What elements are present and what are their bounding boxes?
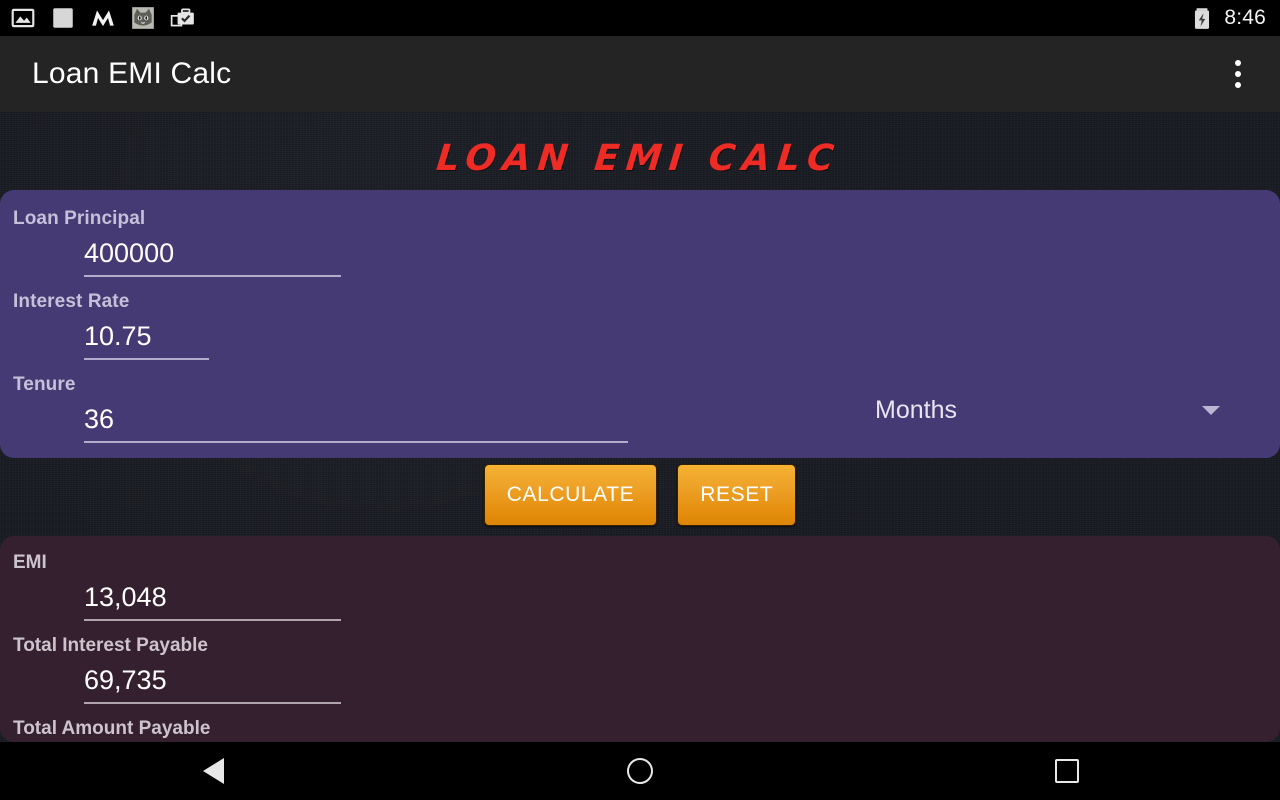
field-row-interest-rate: Interest Rate 10.75	[0, 291, 1280, 360]
android-navigation-bar	[0, 742, 1280, 800]
emi-value-wrap: 13,048	[0, 580, 1280, 621]
field-row-loan-principal: Loan Principal 400000	[0, 208, 1280, 277]
tenure-unit-selected-value: Months	[875, 395, 957, 424]
status-notification-icons	[10, 5, 196, 31]
result-row-total-interest: Total Interest Payable 69,735	[0, 635, 1280, 704]
loan-result-card: EMI 13,048 Total Interest Payable 69,735…	[0, 536, 1280, 742]
back-triangle-icon	[202, 758, 224, 784]
field-row-tenure: Tenure 36 Months	[0, 374, 1280, 443]
battery-charging-icon	[1195, 8, 1210, 29]
total-interest-value-wrap: 69,735	[0, 663, 1280, 704]
interest-rate-input-wrap: 10.75	[0, 319, 1280, 360]
chevron-down-icon	[1202, 405, 1220, 415]
interest-rate-input[interactable]: 10.75	[84, 319, 209, 360]
status-bar-right: 8:46	[1189, 5, 1266, 31]
tenure-input[interactable]: 36	[84, 402, 628, 443]
reset-button[interactable]: RESET	[677, 464, 797, 526]
home-circle-icon	[626, 758, 653, 784]
emi-value[interactable]: 13,048	[84, 580, 341, 621]
cat-avatar-icon	[132, 7, 154, 29]
app-bar: Loan EMI Calc	[0, 36, 1280, 112]
loan-principal-input[interactable]: 400000	[84, 236, 341, 277]
overflow-dot	[1235, 82, 1241, 88]
photo-icon	[11, 8, 35, 28]
loan-principal-label: Loan Principal	[13, 208, 146, 229]
emi-label: EMI	[13, 552, 47, 573]
page-title: LOAN EMI CALC	[434, 138, 843, 179]
action-button-row: CALCULATE RESET	[0, 464, 1280, 526]
interest-rate-label: Interest Rate	[13, 291, 130, 312]
nav-home-button[interactable]	[427, 758, 854, 784]
briefcase-check-icon	[170, 8, 194, 27]
nav-back-button[interactable]	[0, 758, 427, 784]
blank-square-icon	[53, 8, 73, 28]
total-interest-payable-value[interactable]: 69,735	[84, 663, 341, 704]
app-title: Loan EMI Calc	[32, 57, 232, 90]
status-bar-clock: 8:46	[1224, 6, 1266, 29]
loan-input-card: Loan Principal 400000 Interest Rate 10.7…	[0, 190, 1280, 458]
device-screen: 8:46 Loan EMI Calc LOAN EMI CALC Loan Pr…	[0, 0, 1280, 800]
m-logo-icon	[92, 10, 114, 27]
recents-square-icon	[1054, 759, 1079, 783]
app-content: LOAN EMI CALC Loan Principal 400000 Inte…	[0, 112, 1280, 742]
loan-principal-input-wrap: 400000	[0, 236, 1280, 277]
total-amount-payable-label: Total Amount Payable	[13, 718, 211, 739]
more-vertical-icon[interactable]	[1216, 50, 1260, 98]
status-bar: 8:46	[0, 0, 1280, 36]
tenure-unit-spinner[interactable]: Months	[875, 388, 1220, 432]
total-interest-payable-label: Total Interest Payable	[13, 635, 208, 656]
overflow-dot	[1235, 71, 1241, 77]
result-row-emi: EMI 13,048	[0, 552, 1280, 621]
overflow-dot	[1235, 60, 1241, 66]
result-row-total-amount: Total Amount Payable	[0, 718, 1280, 740]
nav-recents-button[interactable]	[853, 759, 1280, 783]
calculate-button[interactable]: CALCULATE	[483, 464, 658, 526]
